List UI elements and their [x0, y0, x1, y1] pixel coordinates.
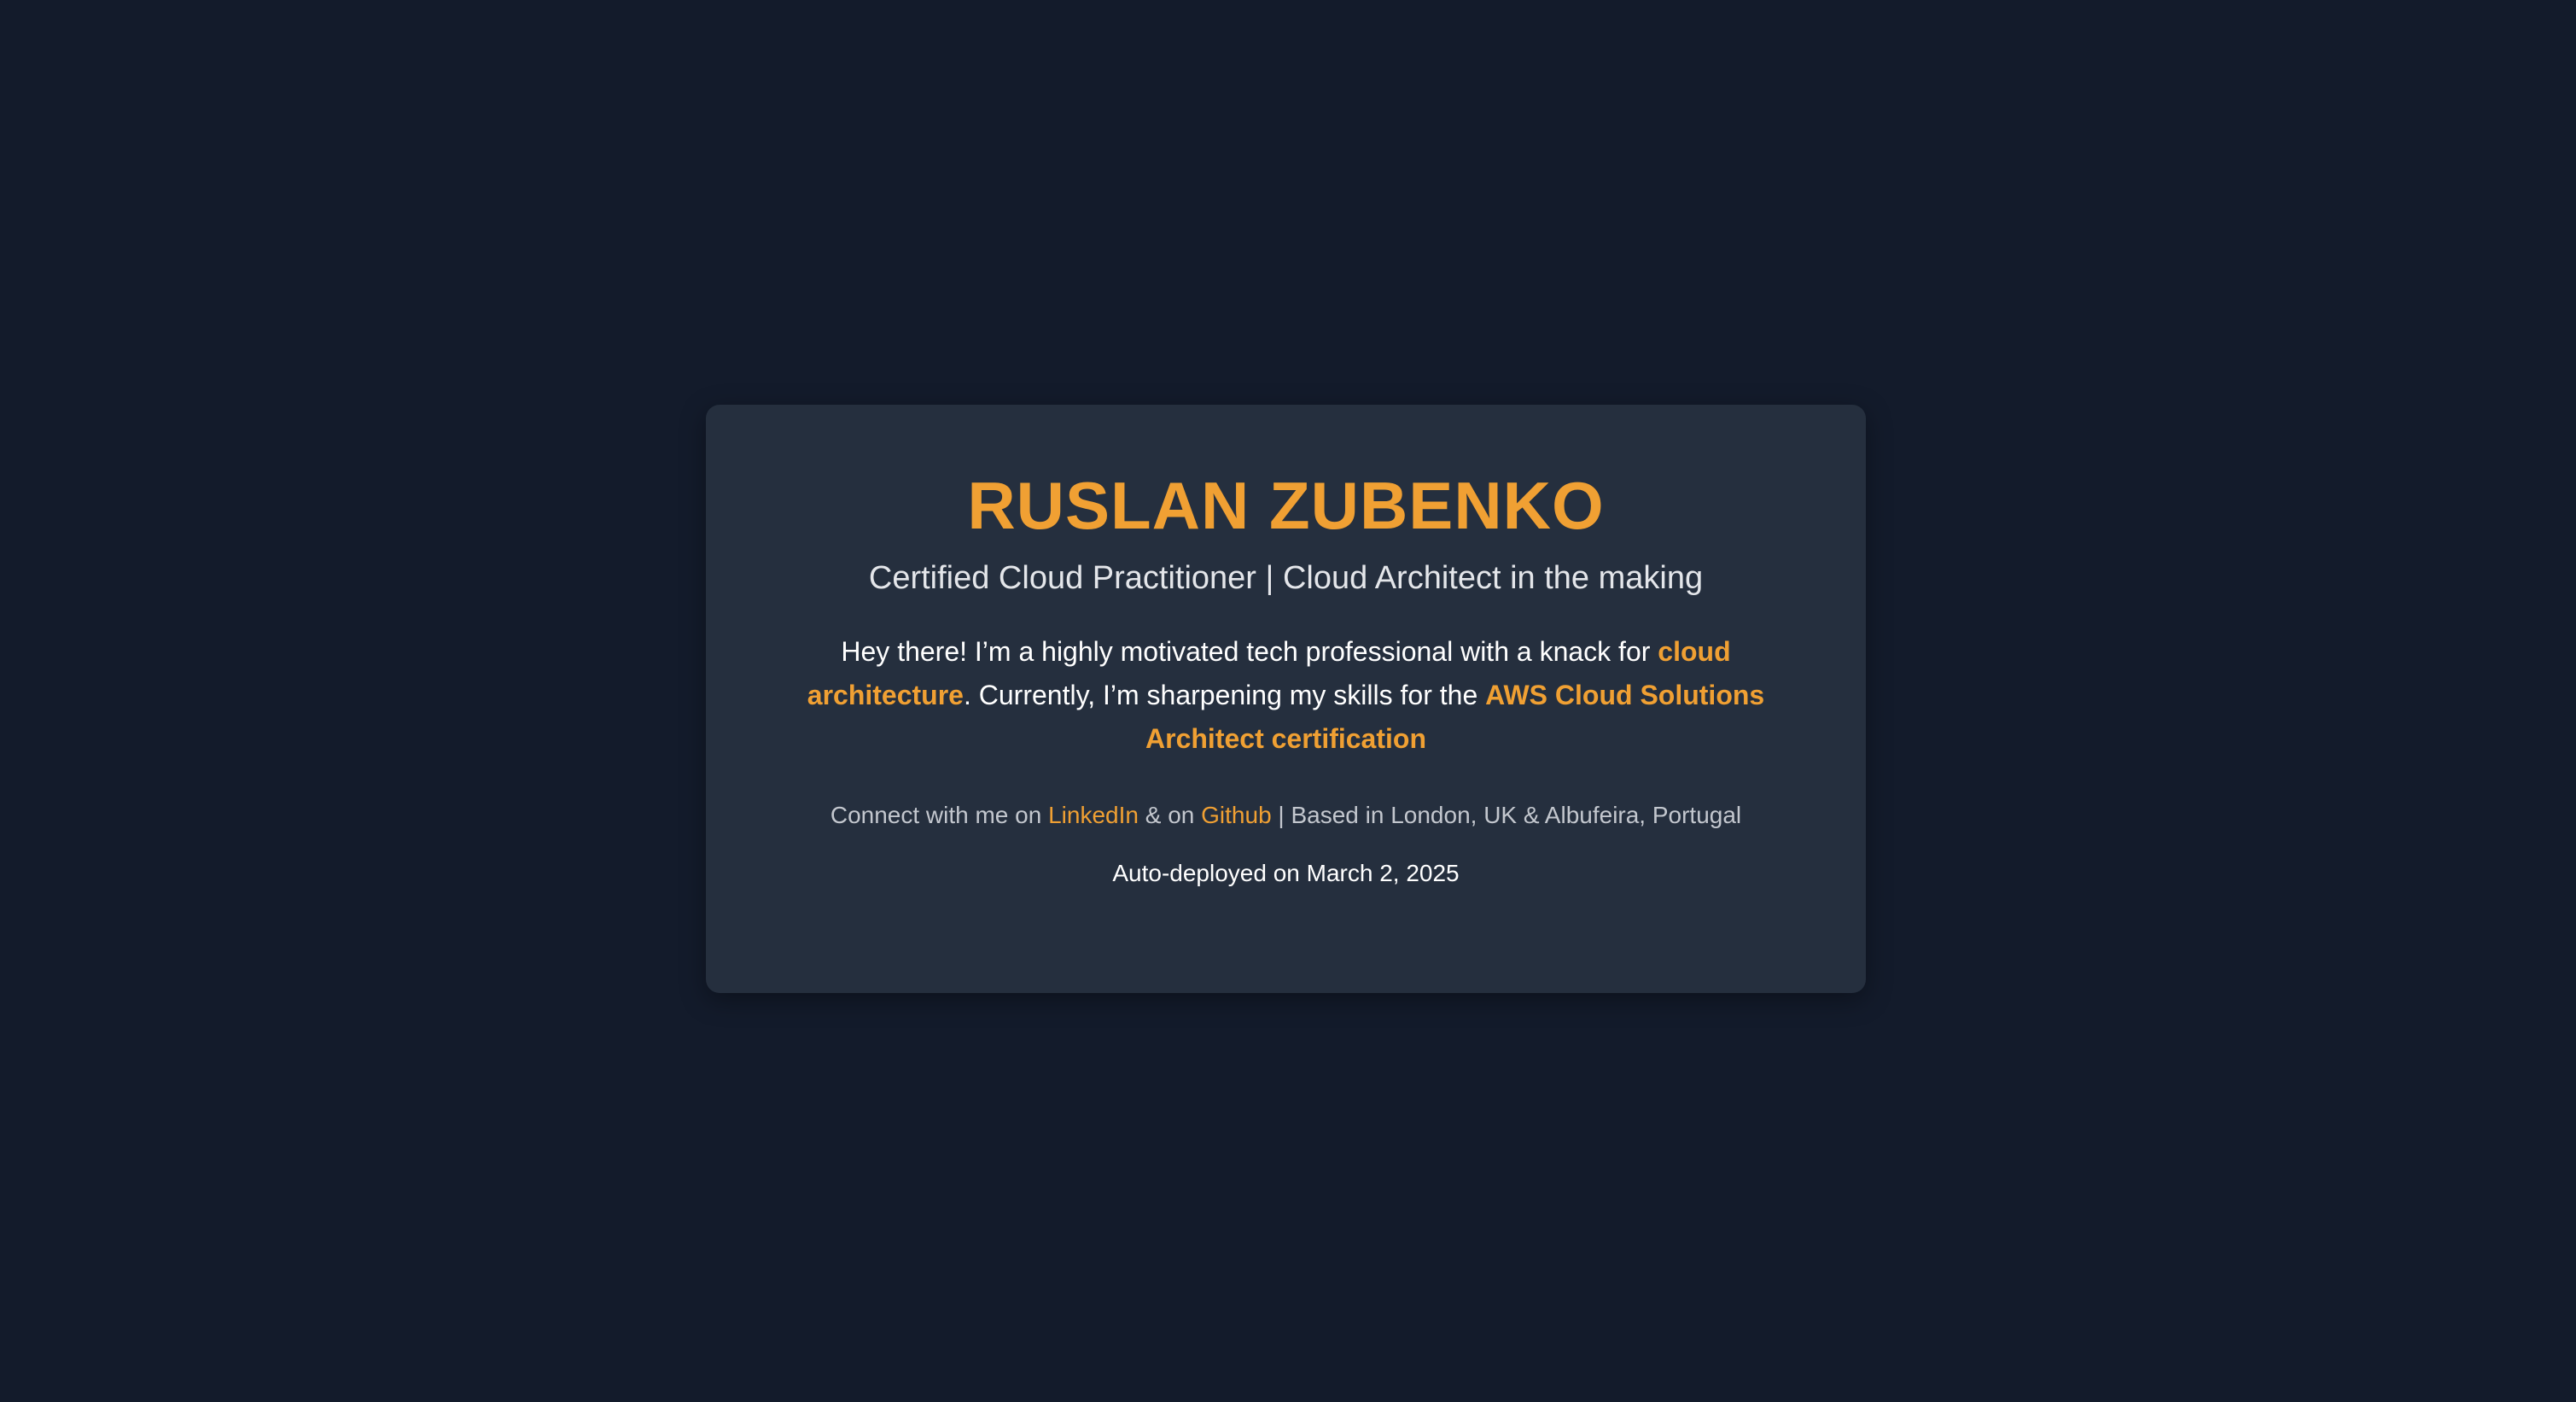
subtitle: Certified Cloud Practitioner | Cloud Arc…	[868, 560, 1704, 596]
intro-text-1: Hey there! I’m a highly motivated tech p…	[841, 636, 1658, 667]
github-link[interactable]: Github	[1201, 802, 1272, 828]
page: RUSLAN ZUBENKO Certified Cloud Practitio…	[0, 0, 2576, 1402]
linkedin-link[interactable]: LinkedIn	[1048, 802, 1139, 828]
connect-prefix: Connect with me on	[830, 802, 1049, 828]
connect-line: Connect with me on LinkedIn & on Github …	[800, 798, 1772, 832]
page-title: RUSLAN ZUBENKO	[967, 468, 1605, 543]
intro-text-2: . Currently, I’m sharpening my skills fo…	[963, 680, 1486, 710]
profile-card: RUSLAN ZUBENKO Certified Cloud Practitio…	[706, 405, 1866, 993]
intro-paragraph: Hey there! I’m a highly motivated tech p…	[800, 630, 1772, 761]
connect-middle: & on	[1138, 802, 1202, 828]
location-text: | Based in London, UK & Albufeira, Portu…	[1271, 802, 1742, 828]
deployed-date: Auto-deployed on March 2, 2025	[1112, 860, 1460, 886]
